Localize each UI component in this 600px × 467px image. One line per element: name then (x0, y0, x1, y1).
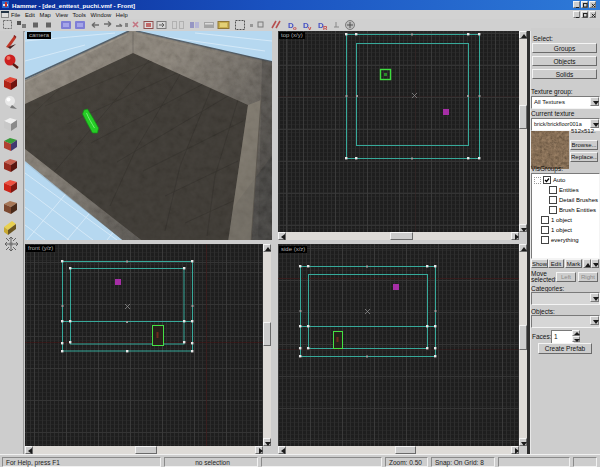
svg-text:v: v (308, 25, 312, 31)
svg-text:o: o (293, 25, 297, 31)
svg-text:R: R (323, 25, 328, 31)
